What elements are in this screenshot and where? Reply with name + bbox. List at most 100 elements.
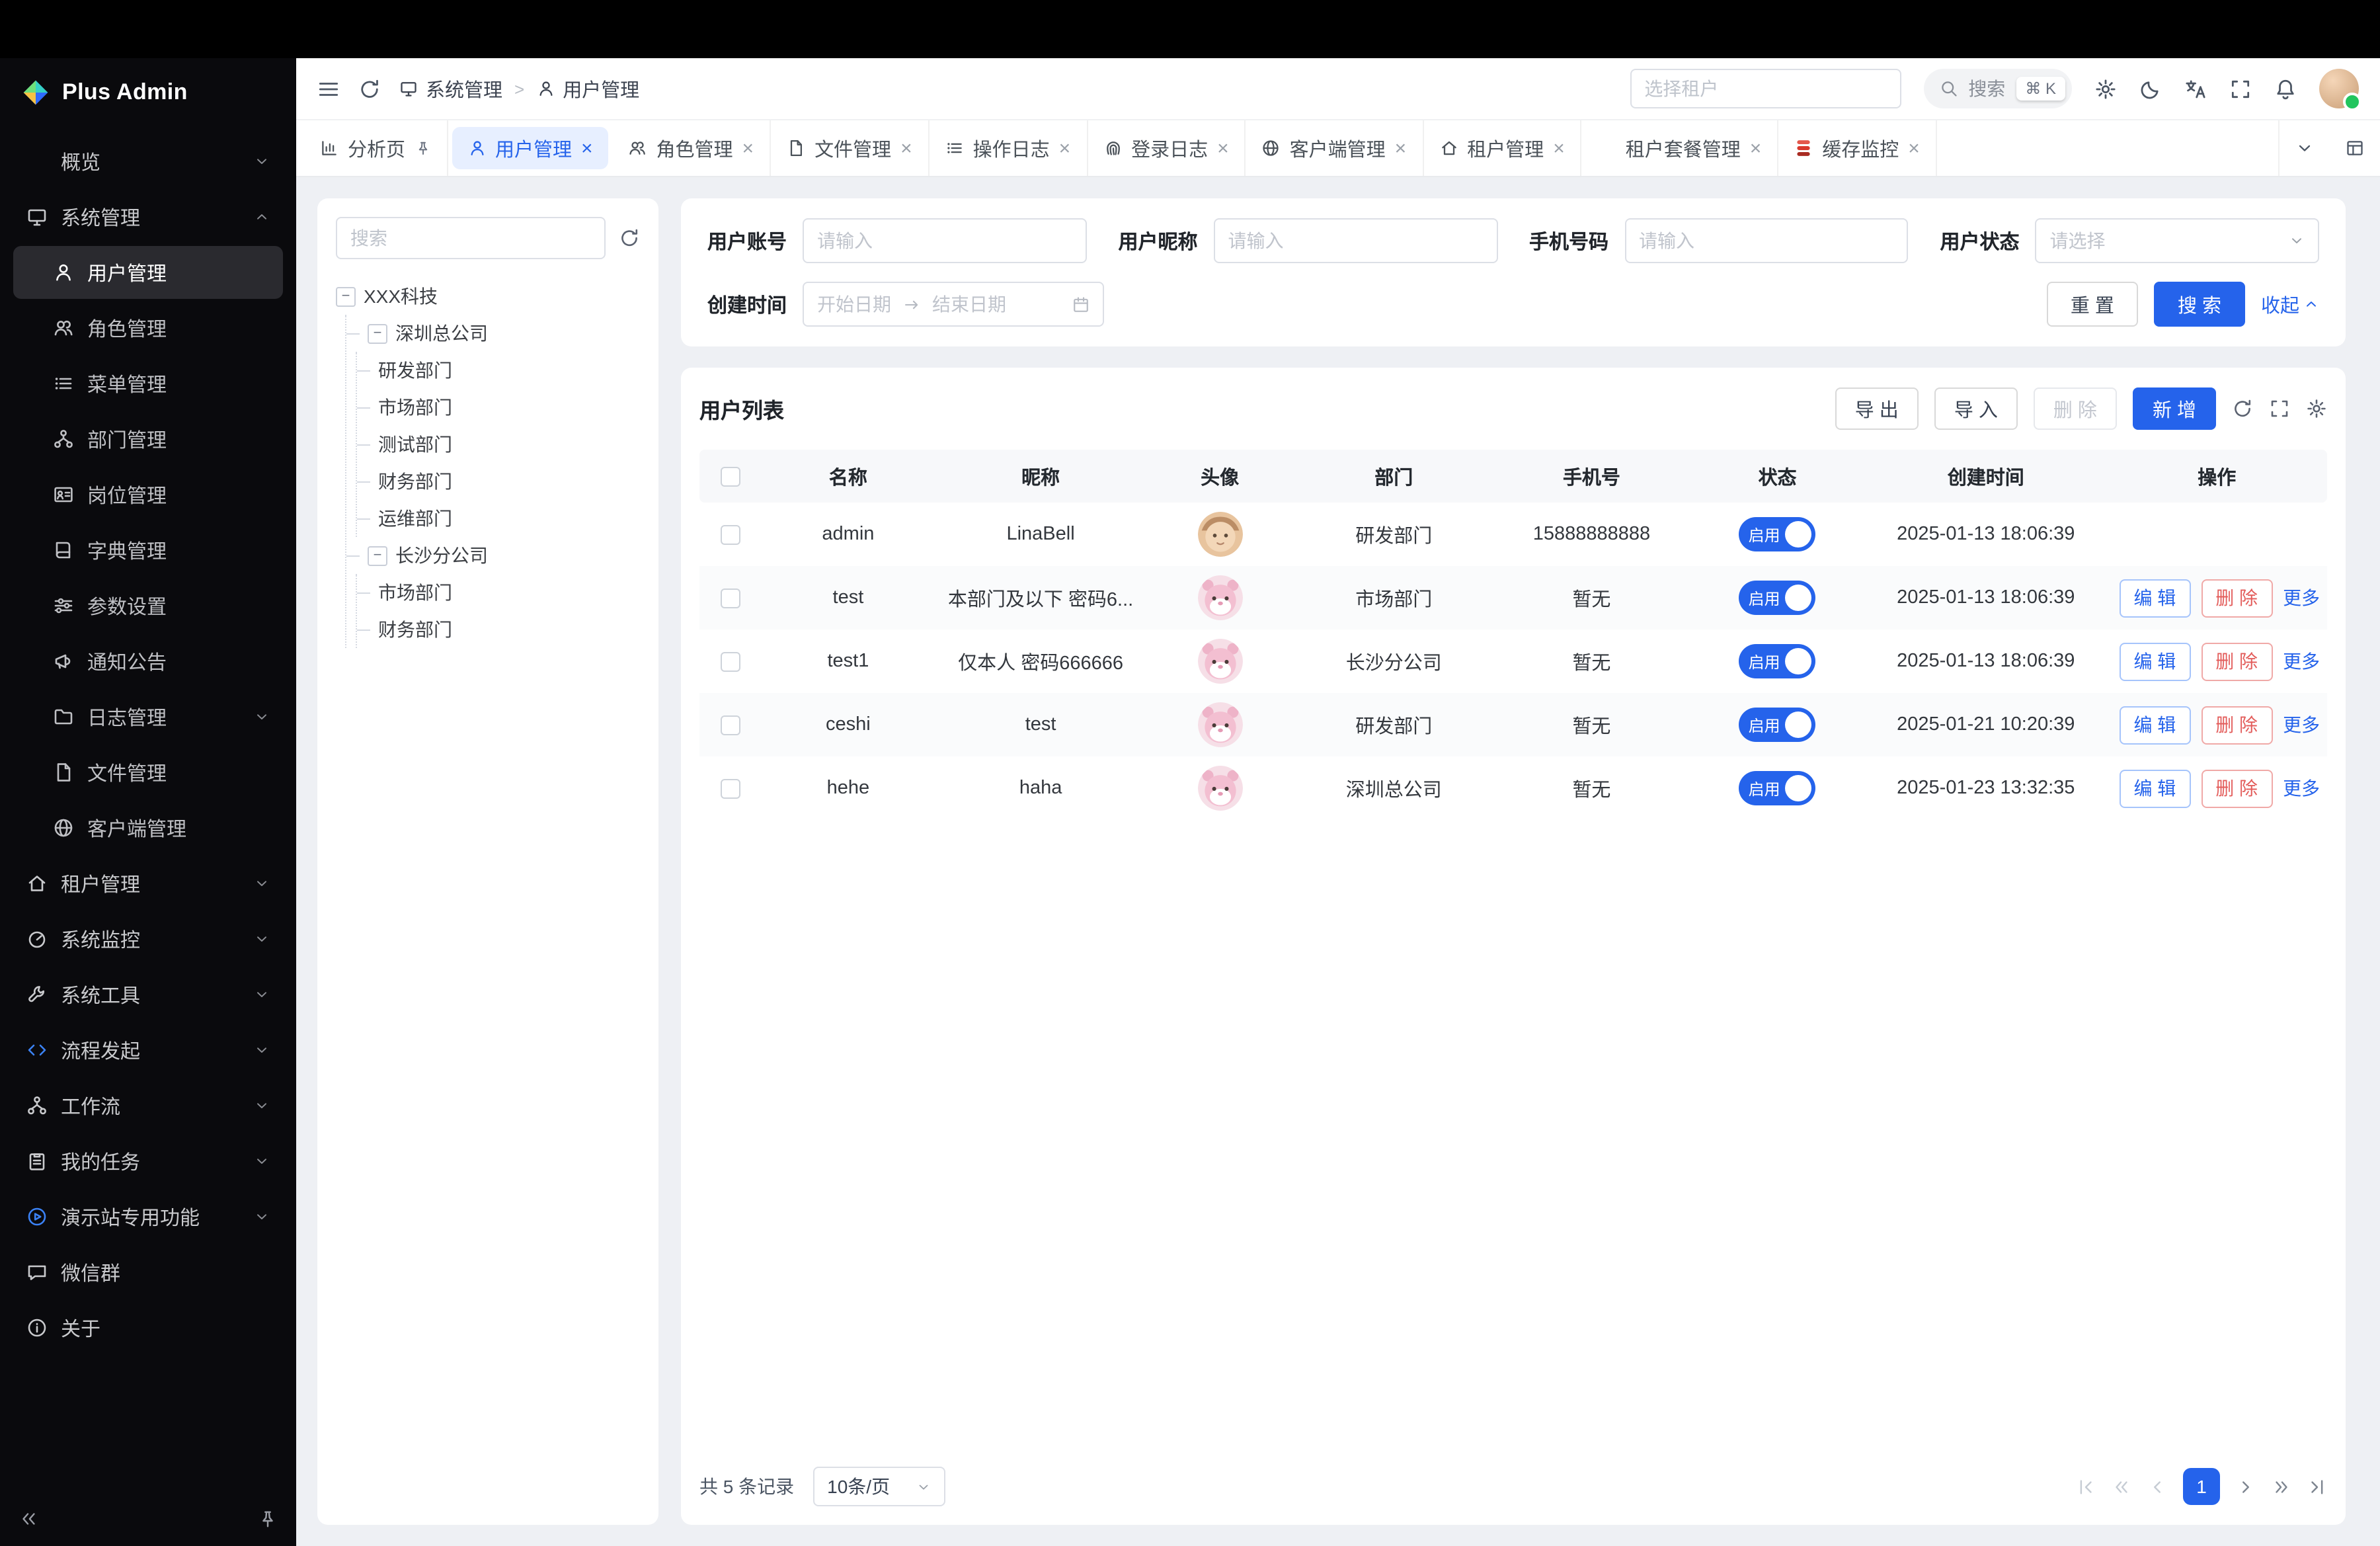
- sidebar-item-menu-management[interactable]: 菜单管理: [13, 357, 283, 410]
- sidebar-item-dept-management[interactable]: 部门管理: [13, 413, 283, 466]
- sidebar-item-my-tasks[interactable]: 我的任务: [13, 1135, 283, 1188]
- close-tab-icon[interactable]: ×: [1217, 138, 1229, 158]
- status-toggle[interactable]: 启用: [1739, 581, 1816, 615]
- tab-file-management[interactable]: 文件管理×: [771, 120, 930, 176]
- tab-cache-monitor[interactable]: 缓存监控×: [1778, 120, 1937, 176]
- hamburger-menu-icon[interactable]: [317, 77, 340, 100]
- tab-role-management[interactable]: 角色管理×: [613, 120, 772, 176]
- row-checkbox[interactable]: [720, 778, 740, 798]
- fast-backward-button[interactable]: [2112, 1477, 2131, 1496]
- status-toggle[interactable]: 启用: [1739, 517, 1816, 551]
- fast-forward-button[interactable]: [2272, 1477, 2291, 1496]
- tab-analysis[interactable]: 分析页: [304, 120, 448, 176]
- row-checkbox[interactable]: [720, 524, 740, 544]
- tree-node[interactable]: 测试部门: [357, 426, 640, 463]
- tree-refresh-button[interactable]: [619, 227, 640, 249]
- sidebar-item-demo-features[interactable]: 演示站专用功能: [13, 1190, 283, 1243]
- delete-row-button[interactable]: 删 除: [2201, 769, 2272, 807]
- sidebar-item-post-management[interactable]: 岗位管理: [13, 468, 283, 521]
- tenant-select-input[interactable]: [1630, 69, 1901, 108]
- more-button[interactable]: 更多: [2283, 587, 2320, 608]
- row-checkbox[interactable]: [720, 651, 740, 671]
- sidebar-item-log-management[interactable]: 日志管理: [13, 690, 283, 743]
- tab-user-management[interactable]: 用户管理×: [452, 127, 609, 169]
- language-icon[interactable]: [2184, 77, 2207, 100]
- tree-node[interactable]: 市场部门: [357, 574, 640, 611]
- search-button[interactable]: 搜 索: [2154, 282, 2245, 327]
- breadcrumb-item-user-management[interactable]: 用户管理: [536, 75, 639, 102]
- tab-operation-log[interactable]: 操作日志×: [930, 120, 1088, 176]
- refresh-page-icon[interactable]: [358, 77, 381, 100]
- tree-node[interactable]: 市场部门: [357, 389, 640, 426]
- table-settings-button[interactable]: [2306, 398, 2327, 419]
- tree-expander-icon[interactable]: −: [368, 323, 387, 343]
- delete-button[interactable]: 删 除: [2034, 387, 2117, 430]
- sidebar-item-system-monitor[interactable]: 系统监控: [13, 913, 283, 965]
- pin-icon[interactable]: [415, 140, 430, 156]
- tree-node[interactable]: 财务部门: [357, 611, 640, 648]
- first-page-button[interactable]: [2076, 1477, 2096, 1496]
- breadcrumb-item-system-management[interactable]: 系统管理: [399, 75, 502, 102]
- sidebar-item-process-start[interactable]: 流程发起: [13, 1024, 283, 1077]
- more-button[interactable]: 更多: [2283, 778, 2320, 799]
- close-tab-icon[interactable]: ×: [1553, 138, 1565, 158]
- sidebar-item-overview[interactable]: 概览: [13, 135, 283, 188]
- fullscreen-icon[interactable]: [2229, 77, 2252, 100]
- sidebar-item-user-management[interactable]: 用户管理: [13, 246, 283, 299]
- edit-button[interactable]: 编 辑: [2120, 642, 2191, 680]
- sidebar-item-workflow[interactable]: 工作流: [13, 1079, 283, 1132]
- tree-expander-icon[interactable]: −: [336, 286, 356, 306]
- user-status-select[interactable]: 请选择: [2036, 218, 2319, 263]
- tree-node[interactable]: 运维部门: [357, 500, 640, 537]
- tab-tenant-package-management[interactable]: 租户套餐管理×: [1582, 120, 1779, 176]
- status-toggle[interactable]: 启用: [1739, 771, 1816, 805]
- sidebar-item-wechat-group[interactable]: 微信群: [13, 1246, 283, 1299]
- tree-node[interactable]: 财务部门: [357, 463, 640, 500]
- tree-node[interactable]: −深圳总公司: [346, 315, 640, 352]
- close-tab-icon[interactable]: ×: [1750, 138, 1762, 158]
- sidebar-item-param-settings[interactable]: 参数设置: [13, 579, 283, 632]
- tab-tenant-management[interactable]: 租户管理×: [1423, 120, 1582, 176]
- phone-number-input[interactable]: [1624, 218, 1908, 263]
- close-tab-icon[interactable]: ×: [1395, 138, 1407, 158]
- table-refresh-button[interactable]: [2232, 398, 2253, 419]
- tree-node[interactable]: 研发部门: [357, 352, 640, 389]
- tree-search-input[interactable]: [336, 217, 606, 259]
- table-fullscreen-button[interactable]: [2269, 398, 2290, 419]
- delete-row-button[interactable]: 删 除: [2201, 706, 2272, 744]
- delete-row-button[interactable]: 删 除: [2201, 642, 2272, 680]
- edit-button[interactable]: 编 辑: [2120, 579, 2191, 617]
- user-avatar[interactable]: [2319, 69, 2359, 108]
- close-tab-icon[interactable]: ×: [1059, 138, 1071, 158]
- tabs-dropdown-button[interactable]: [2280, 120, 2330, 176]
- dark-mode-moon-icon[interactable]: [2139, 77, 2162, 100]
- status-toggle[interactable]: 启用: [1739, 708, 1816, 742]
- last-page-button[interactable]: [2307, 1477, 2327, 1496]
- select-all-checkbox[interactable]: [720, 466, 740, 486]
- sidebar-item-system-tools[interactable]: 系统工具: [13, 968, 283, 1021]
- reset-button[interactable]: 重 置: [2047, 282, 2138, 327]
- add-button[interactable]: 新 增: [2133, 387, 2216, 430]
- sidebar-item-notice[interactable]: 通知公告: [13, 635, 283, 688]
- date-range-picker[interactable]: 开始日期 结束日期: [803, 282, 1104, 327]
- next-page-button[interactable]: [2236, 1477, 2256, 1496]
- user-nickname-input[interactable]: [1214, 218, 1497, 263]
- close-tab-icon[interactable]: ×: [581, 138, 593, 158]
- row-checkbox[interactable]: [720, 588, 740, 608]
- close-tab-icon[interactable]: ×: [742, 138, 754, 158]
- tabs-layout-button[interactable]: [2330, 120, 2380, 176]
- current-page-button[interactable]: 1: [2183, 1468, 2220, 1505]
- more-button[interactable]: 更多: [2283, 651, 2320, 672]
- pin-sidebar-icon[interactable]: [258, 1508, 278, 1528]
- sidebar-item-client-management[interactable]: 客户端管理: [13, 801, 283, 854]
- tab-login-log[interactable]: 登录日志×: [1088, 120, 1246, 176]
- prev-page-button[interactable]: [2147, 1477, 2167, 1496]
- export-button[interactable]: 导 出: [1835, 387, 1919, 430]
- bell-icon[interactable]: [2274, 77, 2297, 100]
- sidebar-item-tenant-management[interactable]: 租户管理: [13, 857, 283, 910]
- more-button[interactable]: 更多: [2283, 714, 2320, 735]
- close-tab-icon[interactable]: ×: [1908, 138, 1920, 158]
- tree-node[interactable]: −长沙分公司: [346, 537, 640, 574]
- global-search-button[interactable]: 搜索 ⌘ K: [1923, 69, 2072, 108]
- page-size-select[interactable]: 10条/页: [813, 1467, 945, 1506]
